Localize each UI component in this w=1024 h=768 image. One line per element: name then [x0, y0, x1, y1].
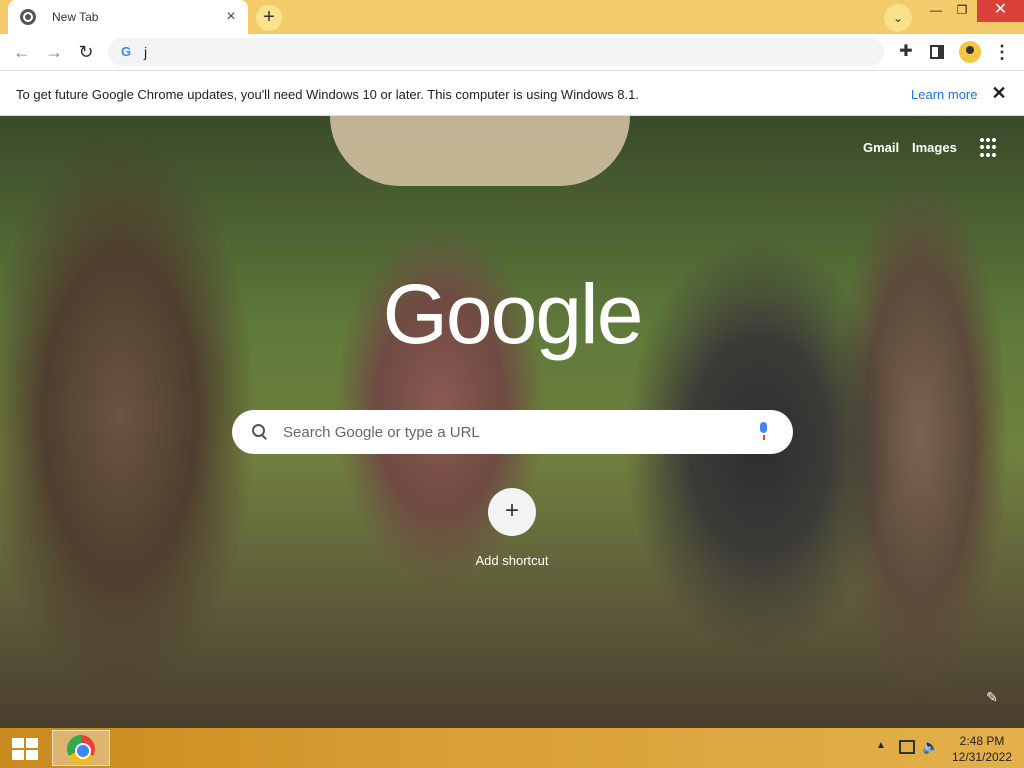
- taskbar-chrome-button[interactable]: [52, 730, 110, 766]
- back-button[interactable]: ←: [8, 38, 36, 66]
- chrome-favicon-icon: [20, 9, 36, 25]
- tab-search-button[interactable]: ⌄: [884, 4, 912, 32]
- search-placeholder[interactable]: Search Google or type a URL: [283, 424, 480, 441]
- tray-expand-icon[interactable]: ▲: [876, 740, 886, 751]
- new-tab-page: Gmail Images Google Search Google or typ…: [0, 116, 1024, 728]
- learn-more-link[interactable]: Learn more: [911, 87, 977, 102]
- infobar-close-icon[interactable]: ✕: [988, 82, 1010, 104]
- add-shortcut-button[interactable]: +: [488, 488, 536, 536]
- close-window-button[interactable]: ✕: [977, 0, 1024, 22]
- google-apps-icon[interactable]: [980, 138, 1000, 158]
- extensions-puzzle-icon[interactable]: ✚: [892, 38, 920, 66]
- update-infobar: To get future Google Chrome updates, you…: [0, 70, 1024, 116]
- add-shortcut-label[interactable]: Add shortcut: [462, 553, 562, 568]
- forward-button[interactable]: →: [40, 38, 68, 66]
- google-g-icon: G: [120, 44, 132, 59]
- search-icon: [250, 422, 270, 442]
- menu-kebab-icon[interactable]: ⋮: [988, 38, 1016, 66]
- address-bar[interactable]: G j: [108, 38, 884, 66]
- background-image: [330, 116, 630, 186]
- images-link[interactable]: Images: [912, 140, 957, 155]
- microphone-icon[interactable]: [757, 422, 771, 442]
- side-panel-icon[interactable]: [923, 38, 951, 66]
- chrome-logo-icon: [67, 735, 95, 763]
- clock-time[interactable]: 2:48 PM: [950, 734, 1014, 748]
- volume-icon[interactable]: 🔈: [922, 738, 939, 755]
- new-tab-button[interactable]: +: [256, 5, 282, 31]
- customize-pencil-icon[interactable]: ✎: [983, 688, 1001, 706]
- address-bar-text[interactable]: j: [144, 44, 147, 60]
- gmail-link[interactable]: Gmail: [863, 140, 899, 155]
- windows-taskbar: ▲ 🔈 2:48 PM 12/31/2022: [0, 728, 1024, 768]
- profile-avatar-icon[interactable]: [956, 38, 984, 66]
- google-logo: Google: [382, 267, 644, 361]
- tab-close-icon[interactable]: ×: [222, 8, 240, 26]
- tab-title: New Tab: [52, 10, 99, 24]
- browser-toolbar: ← → ↻ G j ✚ ⋮: [0, 34, 1024, 70]
- clock-date[interactable]: 12/31/2022: [950, 750, 1014, 764]
- restore-button[interactable]: ❐: [947, 0, 977, 22]
- infobar-message: To get future Google Chrome updates, you…: [16, 87, 639, 102]
- reload-button[interactable]: ↻: [72, 38, 100, 66]
- tab-new-tab[interactable]: New Tab ×: [8, 0, 248, 34]
- windows-start-icon[interactable]: [12, 738, 38, 760]
- tab-strip: New Tab × + ⌄ — ❐ ✕: [0, 0, 1024, 34]
- network-icon[interactable]: [899, 740, 915, 754]
- search-box[interactable]: Search Google or type a URL: [232, 410, 793, 454]
